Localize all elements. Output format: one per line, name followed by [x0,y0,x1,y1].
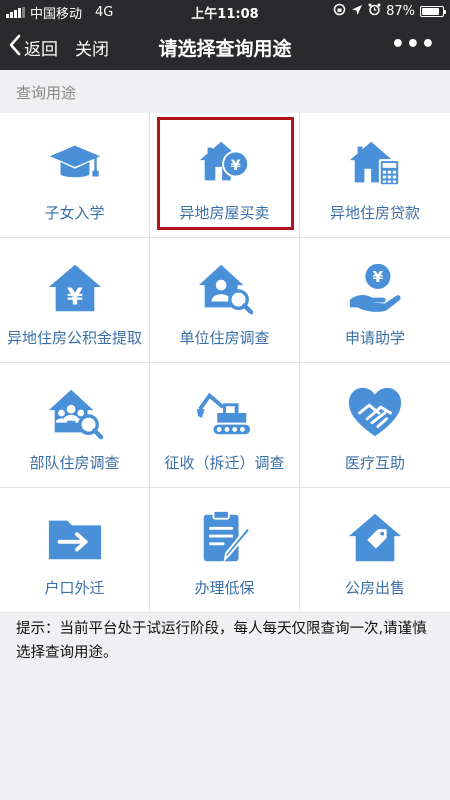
battery-percent: 87% [386,4,415,19]
purpose-item-military-housing-survey[interactable]: 部队住房调查 [0,363,150,488]
house-group-search-icon [45,383,105,443]
purpose-item-label: 异地住房公积金提取 [6,329,142,347]
house-yen-icon: ¥ [195,133,255,193]
purpose-item-label: 申请助学 [344,329,405,347]
purpose-item-label: 部队住房调查 [29,454,120,472]
purpose-item-label: 医疗互助 [344,454,405,472]
svg-text:¥: ¥ [66,283,82,310]
purpose-item-expropriation-survey[interactable]: 征收（拆迁）调查 [150,363,300,488]
folder-arrow-icon [45,508,105,568]
nav-bar: 返回 关闭 请选择查询用途 ••• [0,22,450,70]
heart-handshake-icon [345,383,405,443]
purpose-item-medical-mutual-aid[interactable]: 医疗互助 [300,363,450,488]
purpose-item-label: 异地房屋买卖 [179,204,270,222]
page-title: 请选择查询用途 [158,38,292,60]
purpose-item-label: 单位住房调查 [179,329,270,347]
rotation-lock-icon [333,3,346,20]
location-arrow-icon [351,4,363,20]
chevron-left-icon [8,34,22,61]
battery-icon [420,6,446,17]
more-menu-button[interactable]: ••• [391,32,436,57]
purpose-item-provident-fund-withdrawal[interactable]: ¥ 异地住房公积金提取 [0,238,150,363]
back-button[interactable]: 返回 [8,34,58,61]
purpose-item-label: 征收（拆迁）调查 [164,454,285,472]
purpose-item-minimum-living-allowance[interactable]: 办理低保 [150,488,300,613]
graduation-cap-icon [45,133,105,193]
purpose-item-student-aid[interactable]: ¥ 申请助学 [300,238,450,363]
purpose-item-label: 办理低保 [194,579,255,597]
house-person-search-icon [195,258,255,318]
svg-text:¥: ¥ [230,158,240,174]
house-tag-icon [345,508,405,568]
back-label: 返回 [24,40,58,60]
clipboard-pen-icon [195,508,255,568]
close-button[interactable]: 关闭 [75,35,109,60]
house-calculator-icon [345,133,405,193]
notice-text: 提示：当前平台处于试运行阶段，每人每天仅限查询一次,请谨慎选择查询用途。 [16,621,427,661]
purpose-item-label: 户口外迁 [44,579,105,597]
purpose-grid: 子女入学 ¥ 异地房屋买卖 异地住房贷款 ¥ 异地住房公积金提取 单位住房调查 … [0,113,450,613]
purpose-item-unit-housing-survey[interactable]: 单位住房调查 [150,238,300,363]
status-bar: 中国移动 4G 上午11:08 87% [0,0,450,22]
section-label: 查询用途 [16,84,77,102]
purpose-item-household-transfer[interactable]: 户口外迁 [0,488,150,613]
excavator-icon [195,383,255,443]
purpose-item-label: 公房出售 [344,579,405,597]
purpose-item-children-school[interactable]: 子女入学 [0,113,150,238]
purpose-item-remote-housing-loan[interactable]: 异地住房贷款 [300,113,450,238]
alarm-clock-icon [368,3,381,20]
house-yen-roof-icon: ¥ [45,258,105,318]
hand-yen-coin-icon: ¥ [345,258,405,318]
svg-text:¥: ¥ [373,268,384,286]
purpose-item-remote-house-sale[interactable]: ¥ 异地房屋买卖 [150,113,300,238]
purpose-item-label: 子女入学 [44,204,105,222]
purpose-item-label: 异地住房贷款 [329,204,420,222]
purpose-item-public-housing-sale[interactable]: 公房出售 [300,488,450,613]
